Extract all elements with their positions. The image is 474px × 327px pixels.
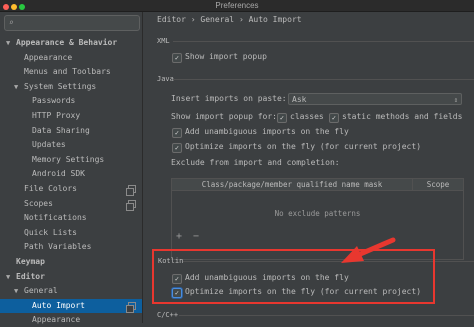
annotation-arrow-head xyxy=(341,246,364,263)
annotation-arrow-icon xyxy=(341,237,396,263)
annotation-arrow-shaft xyxy=(355,237,396,258)
